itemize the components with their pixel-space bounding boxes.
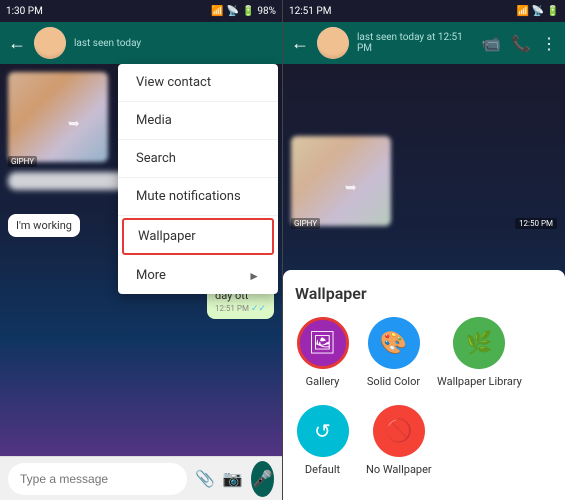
giphy-label-right: GIPHY (291, 218, 320, 229)
video-call-icon[interactable]: 📹 (481, 34, 501, 53)
battery-icon: 🔋 (242, 6, 254, 17)
wallpaper-options: 🖼 Gallery 🎨 Solid Color 🌿 Wallpaper Libr… (295, 317, 553, 478)
more-icon[interactable]: ⋮ (541, 34, 557, 53)
solid-label: Solid Color (367, 375, 420, 389)
option-default[interactable]: ↺ Default (295, 405, 350, 477)
forward-icon-left: ➥ (68, 116, 80, 132)
wifi-icon-right: 📡 (532, 6, 544, 17)
right-panel: 12:51 PM 📶 📡 🔋 ← last seen today at 12:5… (282, 0, 565, 500)
wallpaper-title: Wallpaper (295, 284, 553, 303)
time-right: 12:51 PM (289, 6, 331, 17)
blurred-bubble-1 (8, 172, 128, 190)
menu-mute[interactable]: Mute notifications (118, 178, 278, 216)
time-left: 1:30 PM (6, 6, 43, 17)
header-icons-right: 📹 📞 ⋮ (481, 34, 557, 53)
left-panel: 1:30 PM 📶 📡 🔋 98% ← last seen today View… (0, 0, 282, 500)
status-icons-left: 📶 📡 🔋 98% (211, 6, 276, 17)
battery-icon-right: 🔋 (547, 6, 559, 17)
library-icon-circle: 🌿 (453, 317, 505, 369)
no-wallpaper-icon-circle: 🚫 (373, 405, 425, 457)
menu-search[interactable]: Search (118, 140, 278, 178)
more-arrow-icon: ► (248, 269, 260, 283)
menu-media[interactable]: Media (118, 102, 278, 140)
back-button-right[interactable]: ← (291, 33, 309, 54)
giphy-label-left: GIPHY (8, 156, 37, 167)
signal-icon-right: 📶 (517, 6, 529, 17)
library-icon: 🌿 (466, 331, 493, 356)
no-wallpaper-label: No Wallpaper (366, 463, 432, 477)
status-bar-right: 12:51 PM 📶 📡 🔋 (283, 0, 565, 22)
forward-icon-right: ➥ (345, 180, 357, 196)
avatar-right (317, 27, 349, 59)
menu-view-contact[interactable]: View contact (118, 64, 278, 102)
status-bar-left: 1:30 PM 📶 📡 🔋 98% (0, 0, 282, 22)
no-wallpaper-icon: 🚫 (385, 419, 412, 444)
chat-header-right: ← last seen today at 12:51 PM 📹 📞 ⋮ (283, 22, 565, 64)
solid-icon-circle: 🎨 (368, 317, 420, 369)
bubble-working: I'm working (8, 214, 80, 237)
chat-header-left: ← last seen today (0, 22, 282, 64)
default-icon-circle: ↺ (297, 405, 349, 457)
status-icons-right: 📶 📡 🔋 (517, 6, 559, 17)
contact-info-left: last seen today (74, 38, 274, 49)
signal-icon: 📶 (211, 6, 223, 17)
default-label: Default (305, 463, 340, 477)
gallery-icon: 🖼 (309, 331, 337, 356)
gallery-label: Gallery (306, 375, 340, 389)
default-icon: ↺ (314, 419, 331, 443)
option-solid[interactable]: 🎨 Solid Color (366, 317, 421, 389)
avatar-left (34, 27, 66, 59)
option-gallery[interactable]: 🖼 Gallery (295, 317, 350, 389)
library-label: Wallpaper Library (437, 375, 522, 389)
message-input-left[interactable] (8, 463, 187, 495)
mic-button[interactable]: 🎤 (251, 461, 274, 497)
contact-status-right: last seen today at 12:51 PM (357, 32, 473, 54)
call-icon[interactable]: 📞 (511, 34, 531, 53)
attachment-icon[interactable]: 📎 (195, 469, 215, 488)
dropdown-menu: View contact Media Search Mute notificat… (118, 64, 278, 294)
option-library[interactable]: 🌿 Wallpaper Library (437, 317, 522, 389)
menu-more[interactable]: More ► (118, 257, 278, 294)
chat-image-left (8, 72, 108, 162)
gallery-icon-circle: 🖼 (297, 317, 349, 369)
chat-time-right: 12:50 PM (515, 218, 557, 229)
wifi-icon: 📡 (227, 6, 239, 17)
back-button[interactable]: ← (8, 33, 26, 54)
bottom-bar-left: 📎 📷 🎤 (0, 456, 282, 500)
camera-icon[interactable]: 📷 (223, 469, 243, 488)
chat-image-right (291, 136, 391, 226)
contact-info-right: last seen today at 12:51 PM (357, 32, 473, 54)
contact-status-left: last seen today (74, 38, 274, 49)
solid-icon: 🎨 (380, 331, 407, 356)
option-no-wallpaper[interactable]: 🚫 No Wallpaper (366, 405, 432, 477)
menu-wallpaper[interactable]: Wallpaper (122, 218, 274, 255)
watermark: wsxdk.com (515, 488, 561, 498)
battery-pct: 98% (257, 6, 276, 17)
wallpaper-sheet: Wallpaper 🖼 Gallery 🎨 Solid Color 🌿 (283, 270, 565, 500)
